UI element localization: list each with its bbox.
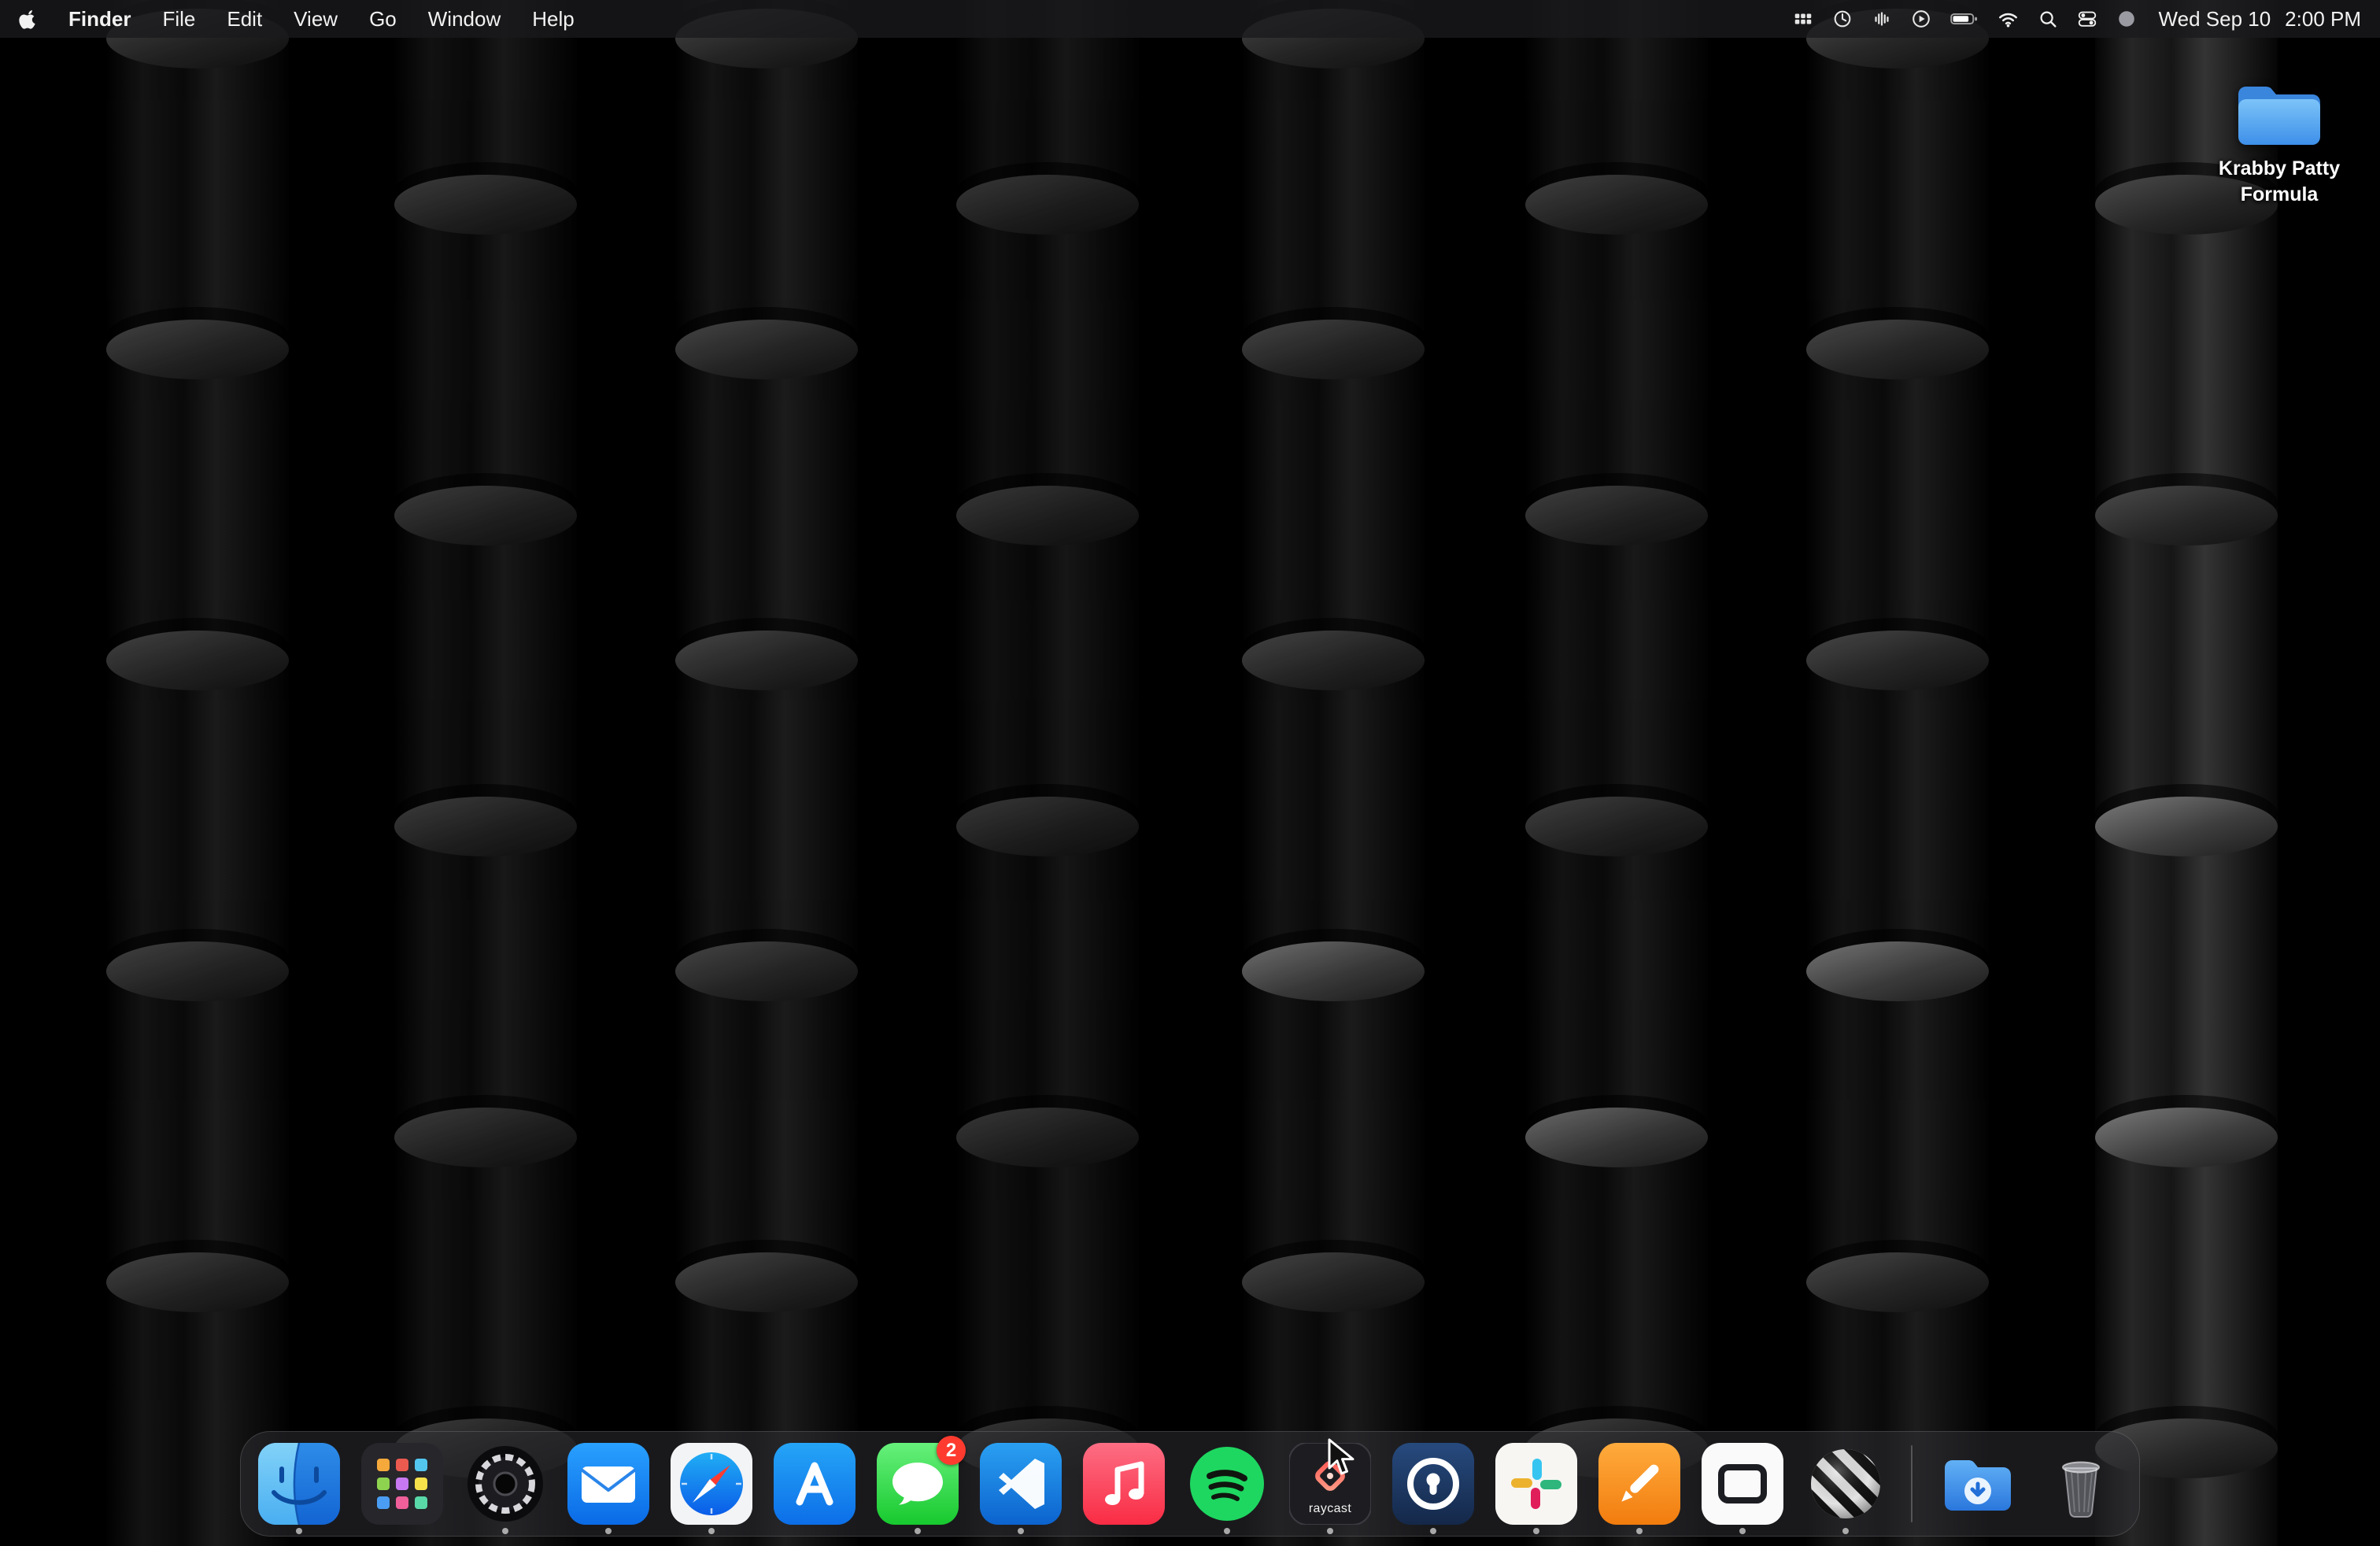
dock-item-pen-app[interactable] [1598, 1443, 1680, 1525]
waveform-icon[interactable] [1862, 0, 1901, 38]
desktop-wallpaper-cylinders [0, 0, 2380, 1546]
dock-item-spotify[interactable] [1186, 1443, 1268, 1525]
rings-icon [464, 1443, 546, 1525]
menubar-time: 2:00 PM [2285, 7, 2361, 31]
menu-view[interactable]: View [278, 0, 353, 38]
search-icon[interactable] [2028, 0, 2068, 38]
dock-item-slack[interactable] [1495, 1443, 1577, 1525]
finder-icon [258, 1443, 340, 1525]
app-store-icon [774, 1443, 856, 1525]
dock-item-1password[interactable] [1392, 1443, 1474, 1525]
dock-item-trash[interactable] [2040, 1443, 2122, 1525]
menu-go[interactable]: Go [353, 0, 412, 38]
dock: 2 [240, 1431, 2140, 1537]
dock-item-vscode[interactable] [980, 1443, 1062, 1525]
menu-edit[interactable]: Edit [211, 0, 278, 38]
wifi-icon[interactable] [1988, 0, 2028, 38]
dial-icon[interactable] [1823, 0, 1862, 38]
trash-icon [2040, 1443, 2122, 1525]
desktop: Finder File Edit View Go Window Help [0, 0, 2380, 1546]
dock-item-safari[interactable] [671, 1443, 752, 1525]
launchpad-icon [361, 1443, 443, 1525]
menu-file[interactable]: File [146, 0, 211, 38]
dock-item-frame-app[interactable] [1702, 1443, 1783, 1525]
battery-icon[interactable] [1941, 0, 1988, 38]
onepassword-icon [1392, 1443, 1474, 1525]
grid-icon[interactable] [1783, 0, 1823, 38]
menu-bar: Finder File Edit View Go Window Help [0, 0, 2380, 38]
safari-icon [671, 1443, 752, 1525]
dock-item-messages[interactable]: 2 [877, 1443, 959, 1525]
user-circle-icon[interactable] [2107, 0, 2146, 38]
folder-icon [2232, 76, 2326, 151]
dock-item-mail[interactable] [567, 1443, 649, 1525]
play-icon[interactable] [1901, 0, 1941, 38]
desktop-folder-label: Krabby Patty Formula [2194, 156, 2364, 207]
frame-icon [1702, 1443, 1783, 1525]
downloads-folder-icon [1937, 1443, 2019, 1525]
dock-item-downloads[interactable] [1937, 1443, 2019, 1525]
menubar-clock[interactable]: Wed Sep 10 2:00 PM [2146, 7, 2366, 31]
menu-help[interactable]: Help [516, 0, 589, 38]
dock-item-app-store[interactable] [774, 1443, 856, 1525]
active-app-name[interactable]: Finder [53, 0, 146, 38]
dock-item-striped-sphere-app[interactable] [1805, 1443, 1887, 1525]
pen-icon [1598, 1443, 1680, 1525]
messages-notification-badge: 2 [937, 1436, 966, 1465]
music-icon [1083, 1443, 1165, 1525]
dock-item-finder[interactable] [258, 1443, 340, 1525]
dock-item-launchpad[interactable] [361, 1443, 443, 1525]
dock-item-rings-app[interactable] [464, 1443, 546, 1525]
menu-bar-status: Wed Sep 10 2:00 PM [1783, 0, 2380, 38]
raycast-label: raycast [1289, 1502, 1371, 1516]
dock-item-music[interactable] [1083, 1443, 1165, 1525]
menu-bar-left: Finder File Edit View Go Window Help [0, 0, 590, 38]
spotify-icon [1186, 1443, 1268, 1525]
mouse-cursor [1327, 1437, 1355, 1478]
vscode-icon [980, 1443, 1062, 1525]
slack-icon [1495, 1443, 1577, 1525]
menu-window[interactable]: Window [412, 0, 516, 38]
mail-icon [567, 1443, 649, 1525]
apple-icon[interactable] [0, 0, 53, 38]
striped-sphere-icon [1805, 1443, 1887, 1525]
control-center-icon[interactable] [2068, 0, 2107, 38]
dock-separator [1911, 1445, 1913, 1522]
desktop-folder-krabby-patty[interactable]: Krabby Patty Formula [2194, 76, 2364, 207]
menubar-date: Wed Sep 10 [2159, 7, 2271, 31]
